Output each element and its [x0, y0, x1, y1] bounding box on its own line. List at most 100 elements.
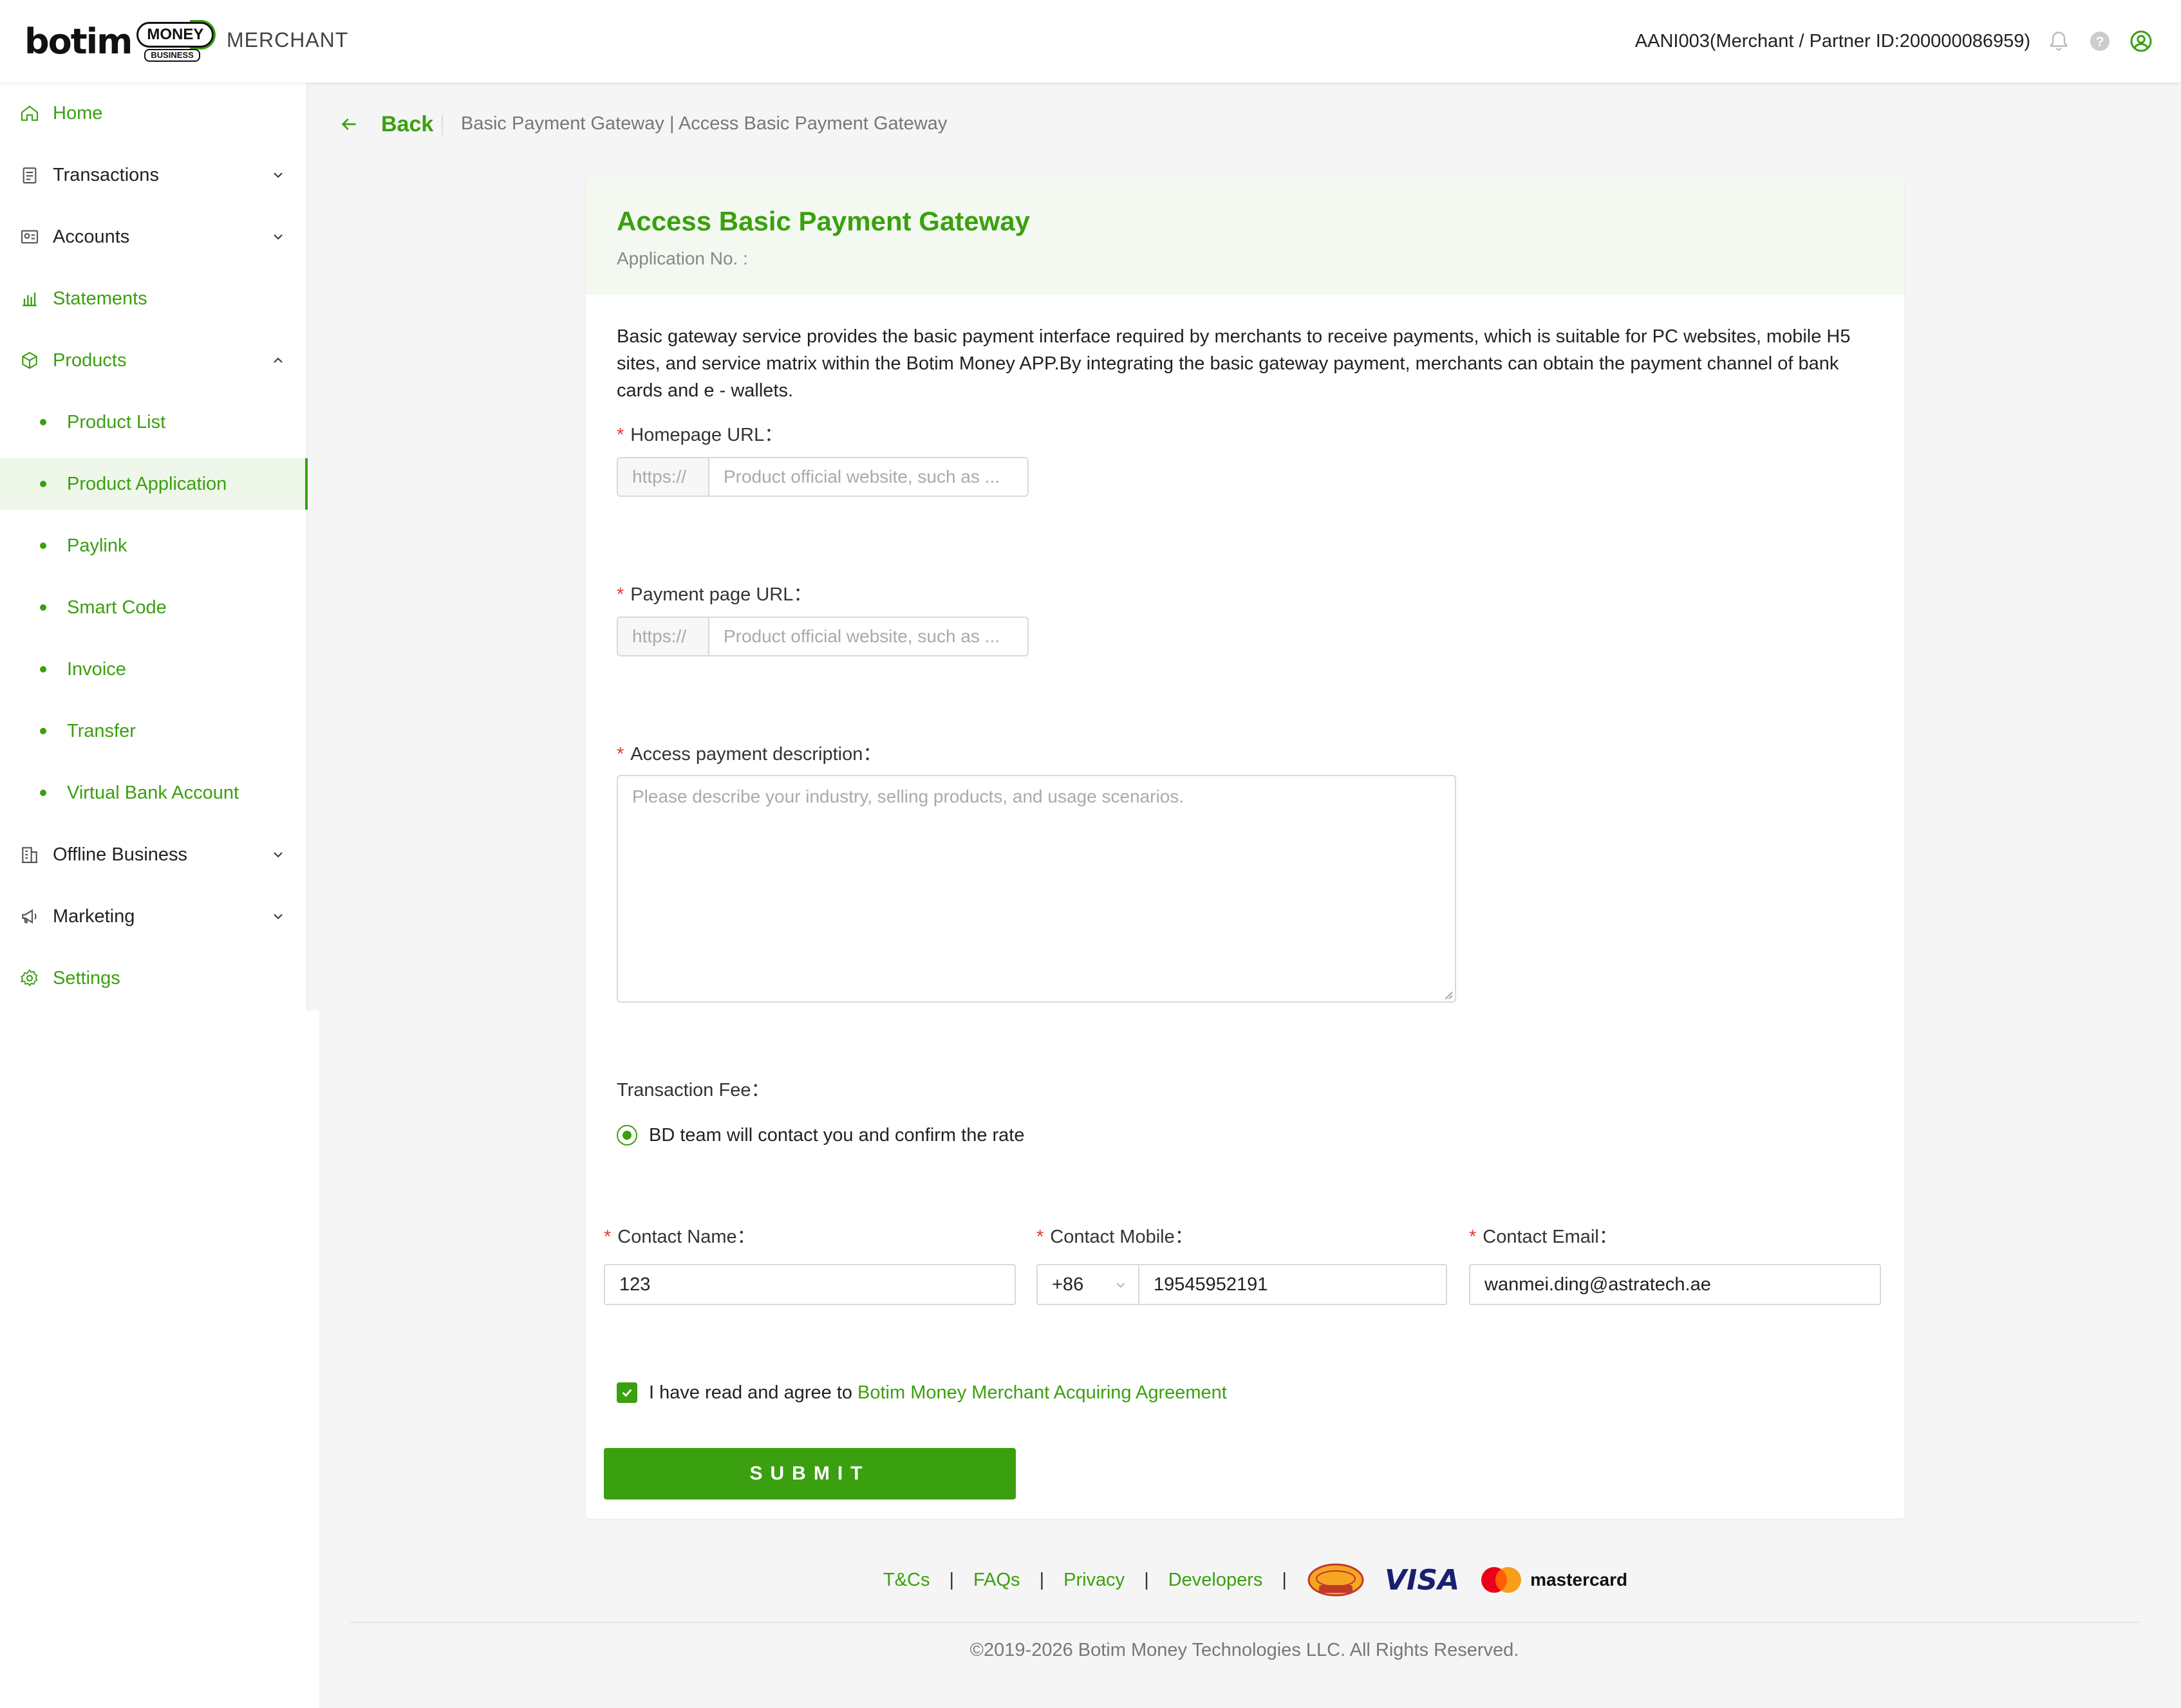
logo-badge: MONEY BUSINESS	[136, 20, 216, 62]
mastercard-logo	[1481, 1567, 1522, 1593]
homepage-url-input[interactable]	[709, 458, 1027, 496]
radio-selected[interactable]	[617, 1125, 637, 1146]
bell-icon[interactable]	[2047, 30, 2070, 53]
submit-button[interactable]: SUBMIT	[604, 1448, 1016, 1499]
sidebar-item-label: Marketing	[53, 905, 135, 927]
sidebar-lower-area	[0, 1010, 319, 1708]
chevron-down-icon	[274, 914, 283, 920]
chevron-down-icon	[274, 172, 283, 178]
access-description-label-text: Access payment description：	[630, 744, 882, 765]
help-icon[interactable]: ?	[2088, 30, 2111, 53]
contact-name-label: * Contact Name：	[604, 1221, 756, 1249]
required-mark: *	[1469, 1227, 1477, 1247]
required-mark: *	[1036, 1227, 1044, 1247]
sidebar-subitem-smart-code[interactable]: Smart Code	[0, 582, 308, 633]
visa-logo: VISA	[1384, 1563, 1460, 1597]
footer-link-faqs[interactable]: FAQs	[973, 1570, 1020, 1591]
footer-links: T&Cs | FAQs | Privacy | Developers | VIS…	[883, 1563, 1628, 1597]
form-header: Access Basic Payment Gateway Application…	[586, 178, 1904, 295]
botim-money-logo[interactable]: botim MONEY BUSINESS	[24, 18, 216, 64]
sidebar-item-label: Offline Business	[53, 844, 188, 865]
sidebar-item-transactions[interactable]: Transactions	[0, 149, 306, 201]
breadcrumb-divider	[442, 115, 443, 135]
sidebar-subitem-invoice[interactable]: Invoice	[0, 644, 308, 695]
bullet-dot	[40, 481, 46, 487]
sidebar-subitem-paylink[interactable]: Paylink	[0, 520, 308, 571]
chevron-up-icon	[274, 357, 283, 363]
access-description-textarea[interactable]	[617, 775, 1456, 1003]
products-icon	[22, 351, 37, 369]
footer-link-developers[interactable]: Developers	[1168, 1570, 1263, 1591]
contact-name-input[interactable]	[604, 1264, 1016, 1305]
sidebar-subitem-transfer[interactable]: Transfer	[0, 705, 308, 757]
required-mark: *	[617, 744, 624, 765]
fee-option-radio[interactable]: BD team will contact you and confirm the…	[617, 1122, 1024, 1148]
aani-logo	[1307, 1563, 1364, 1597]
bullet-dot	[40, 419, 46, 425]
footer-link-privacy[interactable]: Privacy	[1063, 1570, 1125, 1591]
sidebar-subitem-product-list[interactable]: Product List	[0, 396, 308, 448]
contact-mobile-input[interactable]	[1138, 1264, 1447, 1305]
footer-separator: |	[1039, 1569, 1045, 1590]
statements-icon	[23, 292, 37, 306]
fee-option-label: BD team will contact you and confirm the…	[649, 1124, 1025, 1146]
sidebar-item-settings[interactable]: Settings	[0, 952, 306, 1004]
agreement-link[interactable]: Botim Money Merchant Acquiring Agreement	[857, 1382, 1227, 1404]
chevron-down-icon	[274, 234, 283, 240]
sidebar: Home Transactions Accounts Statements Pr…	[0, 82, 308, 1010]
homepage-url-label-text: Homepage URL：	[630, 425, 783, 445]
sidebar-item-label: Statements	[53, 288, 147, 309]
service-description: Basic gateway service provides the basic…	[617, 326, 1851, 401]
resize-handle-icon[interactable]	[1442, 989, 1454, 1000]
sidebar-subitem-label: Virtual Bank Account	[67, 782, 239, 803]
logo-business-text: BUSINESS	[144, 49, 200, 62]
arrow-left-icon	[341, 118, 356, 130]
merchant-id-label: AANI003(Merchant / Partner ID:2000000869…	[1634, 31, 2030, 51]
contact-email-input[interactable]	[1469, 1264, 1881, 1305]
mastercard-wordmark: mastercard	[1530, 1570, 1628, 1590]
sidebar-item-home[interactable]: Home	[0, 88, 306, 139]
sidebar-subitem-label: Paylink	[67, 535, 127, 556]
sidebar-subitem-label: Invoice	[67, 658, 126, 680]
bullet-dot	[40, 543, 46, 549]
contact-name-label-text: Contact Name：	[617, 1227, 756, 1247]
sidebar-item-marketing[interactable]: Marketing	[0, 891, 306, 942]
agreement-checkbox[interactable]	[617, 1382, 637, 1403]
svg-text:?: ?	[2096, 35, 2104, 50]
sidebar-subitem-product-application[interactable]: Product Application	[0, 458, 308, 510]
payment-page-url-field: https://	[617, 617, 1029, 656]
footer-link-tcs[interactable]: T&Cs	[883, 1570, 930, 1591]
contact-mobile-label: * Contact Mobile：	[1036, 1221, 1193, 1249]
logo-money-text: MONEY	[136, 20, 216, 50]
sidebar-item-products[interactable]: Products	[0, 335, 306, 386]
sidebar-item-label: Settings	[53, 967, 120, 989]
footer-separator: |	[1144, 1569, 1149, 1590]
url-prefix: https://	[618, 458, 709, 496]
required-mark: *	[604, 1227, 612, 1247]
payment-page-url-input[interactable]	[709, 618, 1027, 655]
home-icon	[21, 105, 39, 121]
agreement-row: I have read and agree to Botim Money Mer…	[617, 1380, 1227, 1406]
country-code-value: +86	[1052, 1274, 1084, 1295]
homepage-url-label: * Homepage URL：	[617, 420, 783, 447]
country-code-select[interactable]: +86	[1036, 1264, 1139, 1305]
application-form-card: Access Basic Payment Gateway Application…	[586, 178, 1904, 1519]
sidebar-item-label: Home	[53, 102, 103, 124]
bullet-dot	[40, 666, 46, 673]
user-icon[interactable]	[2130, 30, 2153, 53]
sidebar-subitem-virtual-bank-account[interactable]: Virtual Bank Account	[0, 767, 308, 819]
logo-text: botim	[24, 21, 133, 62]
transaction-fee-label: Transaction Fee：	[617, 1080, 770, 1100]
sidebar-item-label: Products	[53, 349, 127, 371]
sidebar-subitem-label: Transfer	[67, 720, 136, 741]
sidebar-subitem-label: Product List	[67, 411, 166, 432]
sidebar-item-offline-business[interactable]: Offline Business	[0, 829, 306, 880]
copyright-text: ©2019-2026 Botim Money Technologies LLC.…	[969, 1640, 1519, 1660]
top-header: botim MONEY BUSINESS MERCHANT AANI003(Me…	[0, 0, 2181, 82]
access-description-label: * Access payment description：	[617, 739, 881, 766]
contact-email-label-text: Contact Email：	[1483, 1227, 1618, 1247]
marketing-icon	[22, 909, 37, 924]
sidebar-item-statements[interactable]: Statements	[0, 273, 306, 324]
sidebar-item-accounts[interactable]: Accounts	[0, 211, 306, 263]
offline-business-icon	[22, 847, 37, 864]
